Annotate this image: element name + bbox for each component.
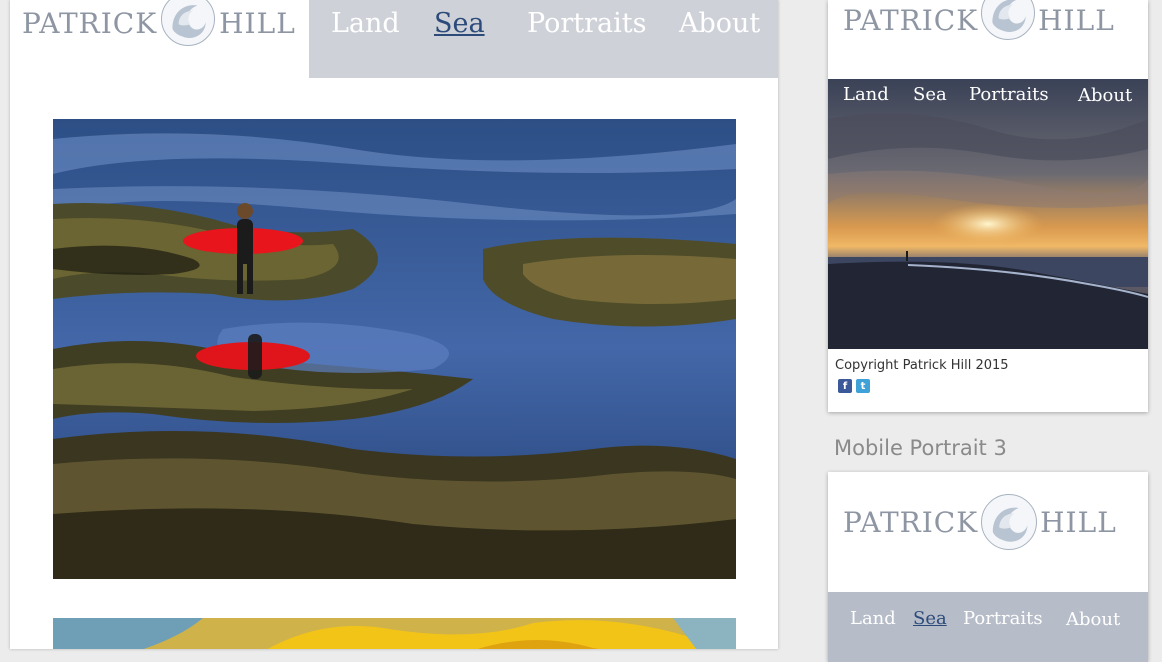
social-links: f t bbox=[838, 379, 870, 393]
surfer-tidepool-photo[interactable] bbox=[53, 119, 736, 579]
logo-first-name: PATRICK bbox=[22, 6, 158, 40]
wave-emblem-icon bbox=[981, 494, 1038, 550]
wave-emblem-icon bbox=[981, 0, 1036, 40]
nav-link-portraits[interactable]: Portraits bbox=[969, 84, 1049, 105]
nav-link-land[interactable]: Land bbox=[850, 608, 896, 629]
site-logo[interactable]: PATRICK HILL bbox=[22, 0, 296, 46]
logo-first-name: PATRICK bbox=[843, 505, 979, 539]
mobile-preview-card: PATRICK HILL Land Sea Portraits About Co… bbox=[828, 0, 1148, 412]
nav-link-land[interactable]: Land bbox=[843, 84, 889, 105]
logo-last-name: HILL bbox=[1040, 505, 1117, 539]
twitter-icon[interactable]: t bbox=[856, 379, 870, 393]
logo-last-name: HILL bbox=[219, 6, 296, 40]
nav-link-about[interactable]: About bbox=[1066, 609, 1120, 630]
nav-link-about[interactable]: About bbox=[1078, 85, 1132, 106]
nav-link-portraits[interactable]: Portraits bbox=[963, 608, 1043, 629]
nav-link-about[interactable]: About bbox=[679, 8, 760, 39]
logo-first-name: PATRICK bbox=[843, 3, 979, 37]
beach-sunset-photo[interactable] bbox=[828, 79, 1148, 349]
logo-last-name: HILL bbox=[1038, 3, 1115, 37]
copyright-text: Copyright Patrick Hill 2015 bbox=[835, 358, 1009, 373]
section-label: Mobile Portrait 3 bbox=[834, 436, 1007, 460]
site-logo[interactable]: PATRICK HILL bbox=[843, 494, 1117, 550]
nav-link-sea[interactable]: Sea bbox=[913, 84, 947, 105]
nav-link-portraits[interactable]: Portraits bbox=[527, 8, 646, 39]
mobile-portrait-navigation: Land Sea Portraits About bbox=[828, 592, 1148, 662]
desktop-preview-frame: PATRICK HILL Land Sea Portraits About bbox=[10, 0, 778, 649]
facebook-icon[interactable]: f bbox=[838, 379, 852, 393]
nav-link-sea[interactable]: Sea bbox=[913, 608, 947, 629]
nav-link-sea[interactable]: Sea bbox=[434, 8, 485, 39]
mobile-portrait-card: PATRICK HILL Land Sea Portraits About bbox=[828, 472, 1148, 662]
nav-link-land[interactable]: Land bbox=[331, 8, 400, 39]
main-navigation: Land Sea Portraits About bbox=[309, 0, 778, 78]
wave-emblem-icon bbox=[161, 0, 216, 46]
site-logo[interactable]: PATRICK HILL bbox=[843, 0, 1115, 40]
yellow-flower-photo[interactable] bbox=[53, 618, 736, 649]
